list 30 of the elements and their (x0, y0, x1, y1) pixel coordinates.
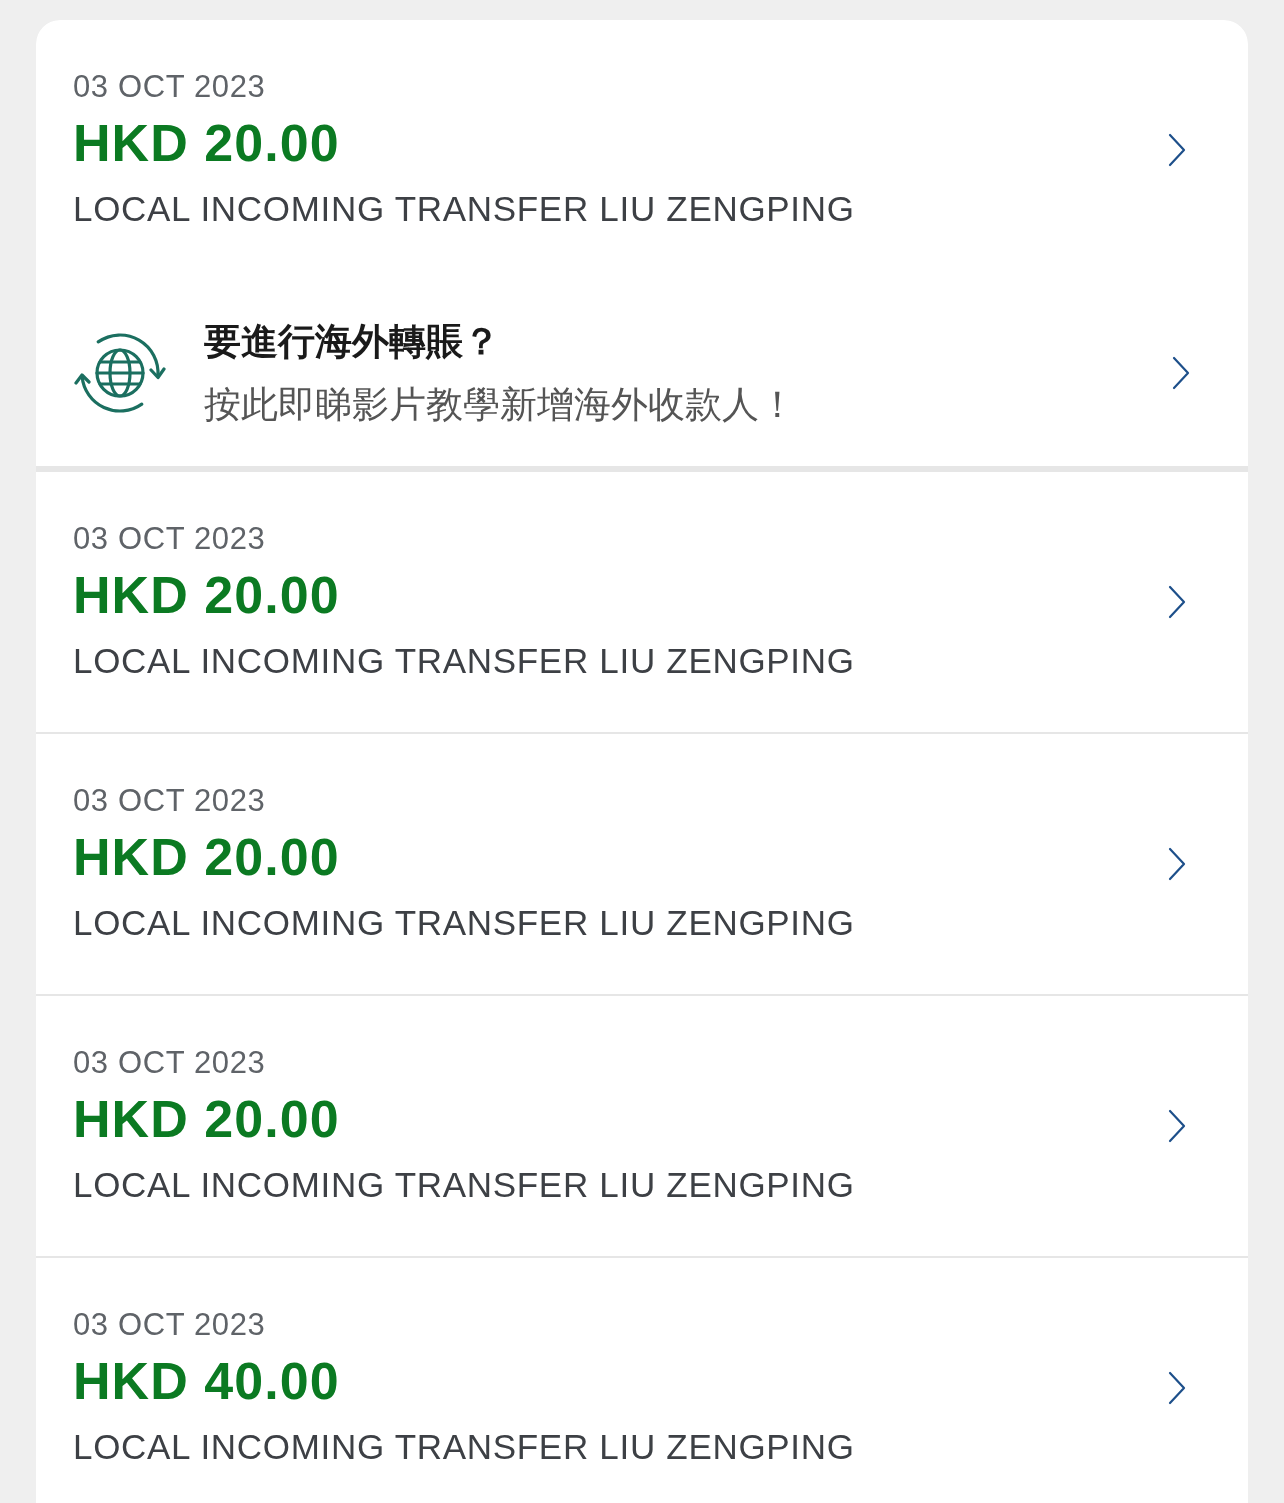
chevron-right-icon (1168, 1109, 1186, 1143)
transaction-item[interactable]: 03 OCT 2023 HKD 20.00 LOCAL INCOMING TRANSFER LIU ZENGPING (36, 996, 1248, 1256)
transaction-description: LOCAL INCOMING TRANSFER LIU ZENGPING (73, 1163, 855, 1206)
promo-subtitle: 按此即睇影片教學新增海外收款人！ (204, 382, 796, 427)
transaction-amount: HKD 20.00 (73, 1088, 340, 1149)
chevron-right-icon (1168, 847, 1186, 881)
transaction-item[interactable]: 03 OCT 2023 HKD 20.00 LOCAL INCOMING TRANSFER LIU ZENGPING (36, 472, 1248, 732)
transaction-amount: HKD 20.00 (73, 112, 340, 173)
transaction-item[interactable]: 03 OCT 2023 HKD 40.00 LOCAL INCOMING TRANSFER LIU ZENGPING (36, 1258, 1248, 1503)
promo-title: 要進行海外轉賬？ (204, 319, 500, 364)
transaction-date: 03 OCT 2023 (73, 781, 266, 820)
transaction-item[interactable]: 03 OCT 2023 HKD 20.00 LOCAL INCOMING TRANSFER LIU ZENGPING (36, 20, 1248, 280)
promo-banner[interactable]: 要進行海外轉賬？ 按此即睇影片教學新增海外收款人！ (36, 280, 1248, 466)
transaction-description: LOCAL INCOMING TRANSFER LIU ZENGPING (73, 187, 855, 230)
transaction-date: 03 OCT 2023 (73, 1043, 266, 1082)
transaction-description: LOCAL INCOMING TRANSFER LIU ZENGPING (73, 639, 855, 682)
transaction-amount: HKD 20.00 (73, 564, 340, 625)
chevron-right-icon (1168, 1371, 1186, 1405)
transaction-date: 03 OCT 2023 (73, 519, 266, 558)
transaction-description: LOCAL INCOMING TRANSFER LIU ZENGPING (73, 1425, 855, 1468)
transaction-date: 03 OCT 2023 (73, 67, 266, 106)
globe-arrows-icon (74, 330, 166, 416)
transaction-date: 03 OCT 2023 (73, 1305, 266, 1344)
transaction-item[interactable]: 03 OCT 2023 HKD 20.00 LOCAL INCOMING TRANSFER LIU ZENGPING (36, 734, 1248, 994)
chevron-right-icon (1172, 356, 1190, 390)
chevron-right-icon (1168, 133, 1186, 167)
chevron-right-icon (1168, 585, 1186, 619)
transaction-description: LOCAL INCOMING TRANSFER LIU ZENGPING (73, 901, 855, 944)
transaction-amount: HKD 20.00 (73, 826, 340, 887)
transaction-amount: HKD 40.00 (73, 1350, 340, 1411)
